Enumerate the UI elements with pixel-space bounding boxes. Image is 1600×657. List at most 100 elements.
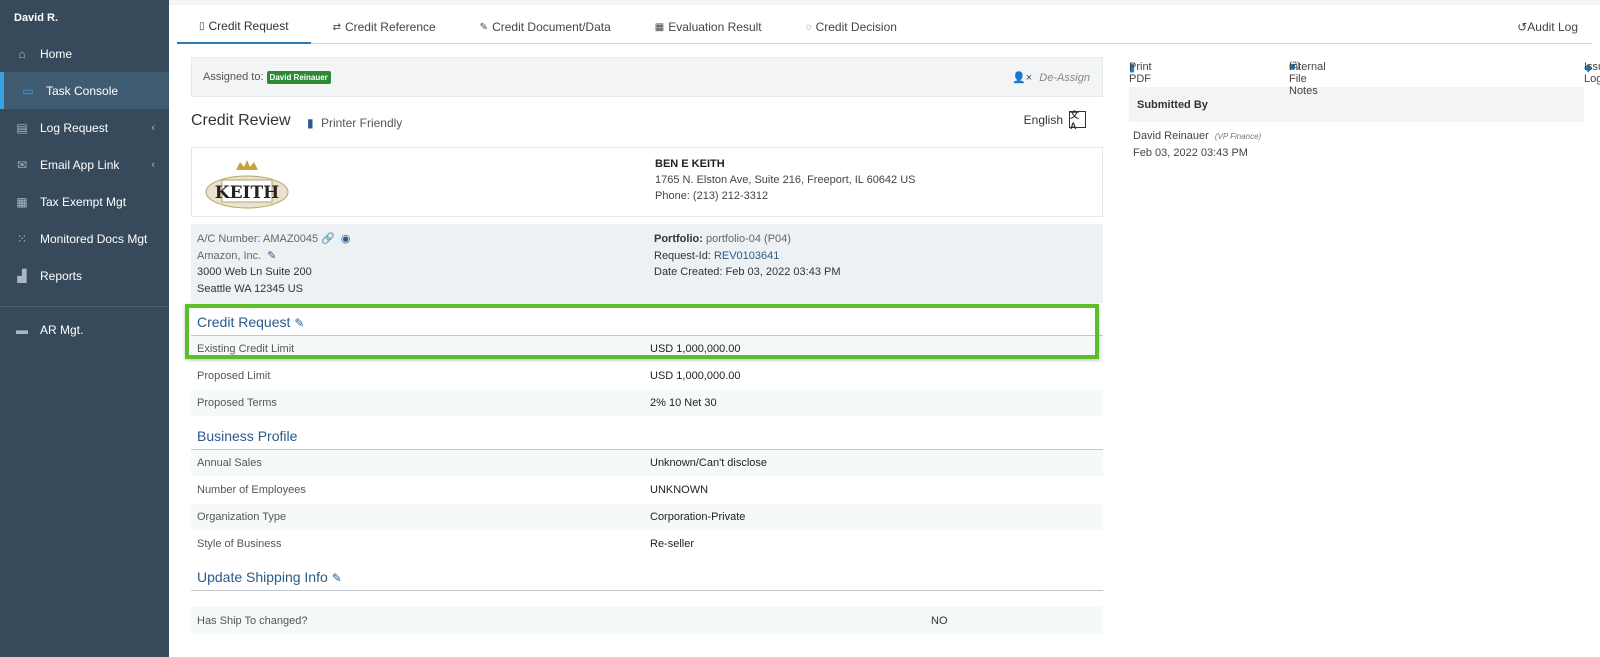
row-value: 2% 10 Net 30	[650, 397, 717, 409]
section-title: Business Profile	[191, 423, 1103, 450]
submitted-by-header: Submitted By	[1129, 87, 1584, 122]
sidebar-item-log-request[interactable]: ▤ Log Request ‹	[0, 109, 169, 146]
ac-number: AMAZ0045	[263, 233, 319, 245]
table-row: Proposed Terms 2% 10 Net 30	[191, 390, 1103, 417]
bar-chart-icon: ▟	[17, 268, 27, 283]
business-profile-rows: Annual Sales Unknown/Can't disclose Numb…	[191, 450, 1103, 558]
internal-file-notes-link[interactable]: ■ Internal File Notes (2)	[1289, 59, 1326, 97]
customer-info: BEN E KEITH 1765 N. Elston Ave, Suite 21…	[655, 156, 916, 204]
section-title-label: Credit Request	[197, 314, 291, 330]
tab-credit-reference[interactable]: ⇄ Credit Reference	[311, 10, 458, 44]
row-value: USD 1,000,000.00	[650, 343, 741, 355]
envelope-icon: ✉	[16, 157, 28, 172]
tab-label: Credit Decision	[815, 20, 897, 34]
tab-credit-decision[interactable]: ◌ Credit Decision	[784, 10, 919, 44]
translate-icon: 文A	[1069, 110, 1086, 131]
printer-friendly-link[interactable]: ▮ Printer Friendly	[307, 116, 402, 130]
action-links: ▮ Print PDF ■ Internal File Notes (2) ◆ Iss…	[1129, 57, 1600, 97]
row-label: Organization Type	[197, 511, 287, 523]
row-label: Number of Employees	[197, 484, 306, 496]
main-content: ▯ Credit Request ⇄ Credit Reference ✎ Cr…	[169, 0, 1600, 657]
row-value: NO	[931, 614, 948, 627]
home-icon: ⌂	[18, 46, 26, 61]
table-row: Style of Business Re-seller	[191, 531, 1103, 558]
customer-address: 1765 N. Elston Ave, Suite 216, Freeport,…	[655, 174, 916, 186]
request-column: Portfolio: portfolio-04 (P04) Request-Id…	[654, 231, 841, 281]
edit-icon[interactable]: ✎	[294, 316, 304, 330]
top-strip	[169, 0, 1600, 5]
row-label: Proposed Limit	[197, 370, 271, 382]
sidebar-item-email-app-link[interactable]: ✉ Email App Link ‹	[0, 146, 169, 183]
company-name: Amazon, Inc.	[197, 249, 262, 262]
row-label: Annual Sales	[197, 457, 262, 469]
document-icon: ▤	[16, 120, 28, 135]
de-assign-button[interactable]: 👤× De-Assign	[1012, 71, 1090, 84]
sidebar-item-task-console[interactable]: ▭ Task Console	[0, 72, 169, 109]
edit-icon[interactable]: ✎	[332, 571, 342, 585]
sidebar-item-reports[interactable]: ▟ Reports	[0, 257, 169, 294]
language-selector[interactable]: English 文A	[1023, 110, 1086, 131]
sidebar-item-label: AR Mgt.	[40, 322, 84, 337]
audit-log-link[interactable]: ↺ Audit Log	[1517, 10, 1578, 44]
date-created-value: Feb 03, 2022 03:43 PM	[725, 266, 841, 278]
sidebar-item-monitored-docs-mgt[interactable]: ⁙ Monitored Docs Mgt	[0, 220, 169, 257]
edit-icon[interactable]: ✎	[267, 250, 276, 262]
table-row: Existing Credit Limit USD 1,000,000.00	[191, 336, 1103, 363]
calculator-icon: ▦	[16, 194, 28, 209]
row-value: Corporation-Private	[650, 511, 746, 523]
account-city: Seattle WA 12345 US	[197, 282, 303, 295]
history-icon: ↺	[1517, 20, 1528, 34]
shipping-section: Update Shipping Info ✎ Has Ship To chang…	[191, 564, 1103, 634]
assignee-badge: David Reinauer	[266, 70, 331, 84]
submitted-date: Feb 03, 2022 03:43 PM	[1133, 147, 1248, 159]
table-row: Number of Employees UNKNOWN	[191, 477, 1103, 504]
link-icon[interactable]: 🔗	[321, 233, 335, 245]
user-name: David R.	[14, 12, 59, 24]
row-value: Re-seller	[650, 538, 695, 550]
sidebar-item-ar-mgt[interactable]: ▬ AR Mgt.	[0, 311, 169, 348]
notes-label: Internal File Notes	[1289, 61, 1326, 97]
sidebar: David R. ⌂ Home ▭ Task Console ▤ Log Req…	[0, 0, 169, 657]
account-column: A/C Number: AMAZ0045 🔗 ◉ Amazon, Inc. ✎ 3…	[197, 231, 350, 297]
table-row: Organization Type Corporation-Private	[191, 504, 1103, 531]
tab-label: Credit Document/Data	[492, 20, 611, 34]
monitor-icon: ▭	[22, 83, 34, 98]
tab-credit-document-data[interactable]: ✎ Credit Document/Data	[458, 10, 633, 44]
submitter-role: (VP Finance)	[1214, 132, 1262, 141]
side-panel: ▮ Print PDF ■ Internal File Notes (2) ◆ Iss…	[1129, 57, 1600, 167]
svg-text:KEITH: KEITH	[215, 183, 279, 203]
eye-icon[interactable]: ◉	[341, 233, 351, 245]
sidebar-item-tax-exempt-mgt[interactable]: ▦ Tax Exempt Mgt	[0, 183, 169, 220]
sidebar-item-home[interactable]: ⌂ Home	[0, 35, 169, 72]
assigned-to-label: Assigned to:	[203, 71, 264, 83]
card-icon: ▬	[16, 322, 28, 337]
tab-credit-request[interactable]: ▯ Credit Request	[177, 10, 311, 44]
credit-request-section: Credit Request ✎ Existing Credit Limit U…	[191, 309, 1103, 417]
customer-phone: Phone: (213) 212-3312	[655, 190, 769, 202]
section-title-label: Update Shipping Info	[197, 569, 328, 585]
tab-label: Credit Reference	[344, 20, 436, 34]
sidebar-item-label: Monitored Docs Mgt	[40, 231, 148, 246]
issues-log-label: Issues Log	[1584, 61, 1600, 85]
credit-request-rows: Existing Credit Limit USD 1,000,000.00 P…	[191, 336, 1103, 417]
tab-evaluation-result[interactable]: ▦ Evaluation Result	[633, 10, 784, 44]
review-header: Credit Review ▮ Printer Friendly English…	[191, 97, 1103, 147]
portfolio-value: portfolio-04 (P04)	[705, 233, 791, 245]
table-row: Has Ship To changed? NO	[191, 607, 1103, 634]
section-title-label: Business Profile	[197, 428, 298, 444]
row-value: UNKNOWN	[650, 484, 709, 496]
tab-bar: ▯ Credit Request ⇄ Credit Reference ✎ Cr…	[177, 10, 1592, 44]
file-icon: ▯	[199, 20, 205, 32]
sidebar-item-label: Tax Exempt Mgt	[40, 194, 127, 209]
sidebar-item-label: Task Console	[46, 83, 119, 98]
ac-number-label: A/C Number:	[197, 233, 261, 245]
request-id-link[interactable]: REV0103641	[714, 250, 779, 262]
chevron-left-icon: ‹	[151, 158, 155, 171]
customer-name: BEN E KEITH	[655, 158, 725, 170]
page-title: Credit Review	[191, 112, 291, 129]
tab-label: Credit Request	[208, 19, 289, 33]
exchange-icon: ⇄	[332, 21, 341, 33]
language-label: English	[1023, 112, 1063, 127]
row-label: Has Ship To changed?	[197, 614, 308, 627]
lightbulb-icon: ◌	[805, 21, 812, 33]
